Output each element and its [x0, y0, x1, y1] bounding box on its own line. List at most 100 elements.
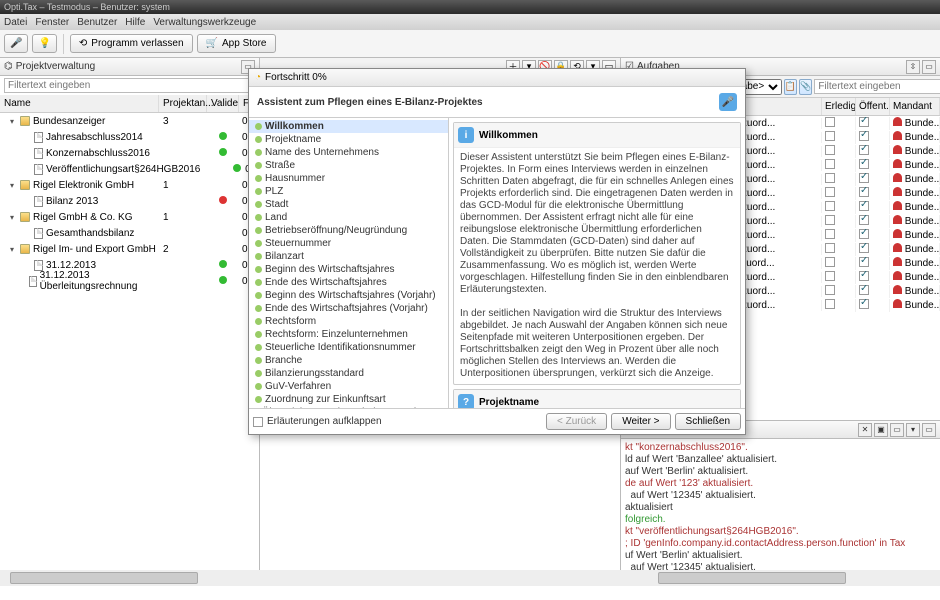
user-icon — [893, 257, 902, 266]
tree-row[interactable]: Bilanz 20130.0 — [0, 193, 259, 209]
wizard-title: Assistent zum Pflegen eines E-Bilanz-Pro… — [249, 87, 745, 118]
public-checkbox[interactable] — [859, 243, 869, 253]
menu-item[interactable]: Hilfe — [125, 17, 145, 28]
wizard-nav-item[interactable]: Steuernummer — [249, 237, 448, 250]
user-icon — [893, 215, 902, 224]
public-checkbox[interactable] — [859, 271, 869, 281]
tree-row[interactable]: Konzernabschluss20160.0 — [0, 145, 259, 161]
wizard-nav-item[interactable]: Ende des Wirtschaftsjahres — [249, 276, 448, 289]
wizard-nav-item[interactable]: Steuerliche Identifikationsnummer — [249, 341, 448, 354]
user-icon — [893, 285, 902, 294]
public-checkbox[interactable] — [859, 285, 869, 295]
project-filter-input[interactable] — [4, 78, 255, 93]
menu-item[interactable]: Benutzer — [77, 17, 117, 28]
tree-row[interactable]: Gesamthandsbilanz0.0 — [0, 225, 259, 241]
done-checkbox[interactable] — [825, 173, 835, 183]
next-button[interactable]: Weiter > — [611, 413, 670, 430]
menu-item[interactable]: Verwaltungswerkzeuge — [153, 17, 256, 28]
console-btn[interactable]: ▾ — [906, 423, 920, 437]
wizard-nav-item[interactable]: Beginn des Wirtschaftsjahres — [249, 263, 448, 276]
tree-row[interactable]: Jahresabschluss20140.0 — [0, 129, 259, 145]
wizard-nav-item[interactable]: Übermittlungsvariante bei Unternehmen mi… — [249, 406, 448, 408]
document-icon — [34, 260, 43, 271]
wizard-nav-item[interactable]: Stadt — [249, 198, 448, 211]
public-checkbox[interactable] — [859, 215, 869, 225]
public-checkbox[interactable] — [859, 257, 869, 267]
done-checkbox[interactable] — [825, 117, 835, 127]
project-tree[interactable]: ▾Bundesanzeiger30.0Jahresabschluss20140.… — [0, 113, 259, 570]
toolbar-btn-mic[interactable]: 🎤 — [4, 34, 28, 53]
public-checkbox[interactable] — [859, 187, 869, 197]
console-btn[interactable]: ▣ — [874, 423, 888, 437]
wizard-nav-item[interactable]: Name des Unternehmens — [249, 146, 448, 159]
pane-min-icon[interactable]: ⇳ — [906, 60, 920, 74]
console-btn[interactable]: ▭ — [890, 423, 904, 437]
task-tool-btn[interactable]: 📋 — [784, 79, 797, 95]
public-checkbox[interactable] — [859, 145, 869, 155]
public-checkbox[interactable] — [859, 299, 869, 309]
exit-button[interactable]: ⟲ Programm verlassen — [70, 34, 193, 53]
done-checkbox[interactable] — [825, 145, 835, 155]
done-checkbox[interactable] — [825, 271, 835, 281]
wizard-nav-item[interactable]: Beginn des Wirtschaftsjahres (Vorjahr) — [249, 289, 448, 302]
wizard-nav-item[interactable]: Ende des Wirtschaftsjahres (Vorjahr) — [249, 302, 448, 315]
mic-icon[interactable]: 🎤 — [719, 93, 737, 111]
pane-min-icon[interactable]: ▭ — [922, 60, 936, 74]
tree-row[interactable]: 31.12.2013 Überleitungsrechnung0.0 — [0, 273, 259, 289]
bullet-icon — [255, 279, 262, 286]
wizard-nav-item[interactable]: Betriebseröffnung/Neugründung — [249, 224, 448, 237]
done-checkbox[interactable] — [825, 187, 835, 197]
public-checkbox[interactable] — [859, 159, 869, 169]
done-checkbox[interactable] — [825, 257, 835, 267]
wizard-nav-item[interactable]: PLZ — [249, 185, 448, 198]
public-checkbox[interactable] — [859, 117, 869, 127]
public-checkbox[interactable] — [859, 131, 869, 141]
done-checkbox[interactable] — [825, 285, 835, 295]
bullet-icon — [255, 305, 262, 312]
wizard-nav-item[interactable]: Straße — [249, 159, 448, 172]
done-checkbox[interactable] — [825, 159, 835, 169]
done-checkbox[interactable] — [825, 229, 835, 239]
tasks-filter-input[interactable] — [814, 79, 940, 94]
menu-item[interactable]: Fenster — [35, 17, 69, 28]
expand-checkbox[interactable] — [253, 417, 263, 427]
done-checkbox[interactable] — [825, 201, 835, 211]
wizard-nav[interactable]: WillkommenProjektnameName des Unternehme… — [249, 118, 449, 408]
bullet-icon — [255, 344, 262, 351]
tree-row[interactable]: Veröffentlichungsart§264HGB20160.0 — [0, 161, 259, 177]
document-icon — [34, 164, 43, 175]
wizard-nav-item[interactable]: Zuordnung zur Einkunftsart — [249, 393, 448, 406]
wizard-nav-item[interactable]: Bilanzart — [249, 250, 448, 263]
wizard-nav-item[interactable]: Projektname — [249, 133, 448, 146]
menu-item[interactable]: Datei — [4, 17, 27, 28]
scrollbar-horizontal[interactable] — [0, 570, 470, 586]
done-checkbox[interactable] — [825, 131, 835, 141]
wizard-nav-item[interactable]: Rechtsform: Einzelunternehmen — [249, 328, 448, 341]
close-button[interactable]: Schließen — [675, 413, 741, 430]
tree-row[interactable]: ▾Rigel GmbH & Co. KG10.0 — [0, 209, 259, 225]
console-btn[interactable]: ✕ — [858, 423, 872, 437]
wizard-nav-item[interactable]: Branche — [249, 354, 448, 367]
wizard-nav-item[interactable]: Rechtsform — [249, 315, 448, 328]
public-checkbox[interactable] — [859, 229, 869, 239]
wizard-nav-item[interactable]: Willkommen — [249, 120, 448, 133]
tree-row[interactable]: ▾Bundesanzeiger30.0 — [0, 113, 259, 129]
done-checkbox[interactable] — [825, 215, 835, 225]
scrollbar-horizontal[interactable] — [470, 570, 940, 586]
console-btn[interactable]: ▭ — [922, 423, 936, 437]
public-checkbox[interactable] — [859, 173, 869, 183]
wizard-nav-item[interactable]: Land — [249, 211, 448, 224]
tree-row[interactable]: ▾Rigel Elektronik GmbH10.0 — [0, 177, 259, 193]
tree-row[interactable]: ▾Rigel Im- und Export GmbH20.0 — [0, 241, 259, 257]
public-checkbox[interactable] — [859, 201, 869, 211]
task-tool-btn[interactable]: 📎 — [799, 79, 812, 95]
bullet-icon — [255, 175, 262, 182]
wizard-nav-item[interactable]: Hausnummer — [249, 172, 448, 185]
done-checkbox[interactable] — [825, 299, 835, 309]
appstore-button[interactable]: 🛒 App Store — [197, 34, 276, 53]
bullet-icon — [255, 227, 262, 234]
wizard-nav-item[interactable]: GuV-Verfahren — [249, 380, 448, 393]
toolbar-btn-help[interactable]: 💡 — [32, 34, 56, 53]
done-checkbox[interactable] — [825, 243, 835, 253]
wizard-nav-item[interactable]: Bilanzierungsstandard — [249, 367, 448, 380]
